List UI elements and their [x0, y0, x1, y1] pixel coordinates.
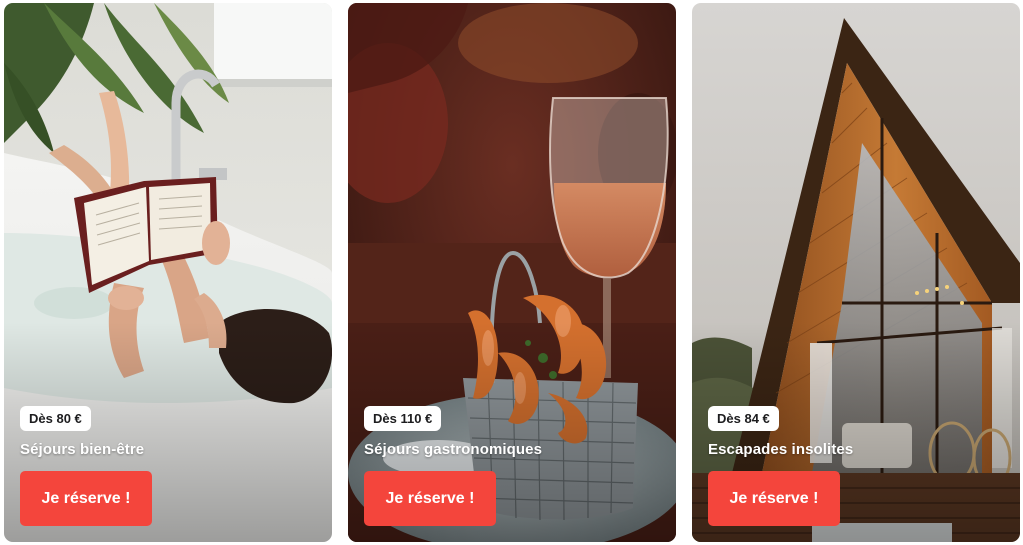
- card-title[interactable]: Séjours gastronomiques: [364, 441, 542, 458]
- book-button[interactable]: Je réserve !: [364, 471, 496, 526]
- offer-cards: Dès 80 € Séjours bien-être Je réserve !: [0, 0, 1023, 545]
- offer-card-wellness[interactable]: Dès 80 € Séjours bien-être Je réserve !: [4, 3, 332, 542]
- book-button[interactable]: Je réserve !: [20, 471, 152, 526]
- offer-card-gastronomy[interactable]: Dès 110 € Séjours gastronomiques Je rése…: [348, 3, 676, 542]
- card-title[interactable]: Escapades insolites: [708, 441, 853, 458]
- price-badge: Dès 80 €: [20, 406, 91, 431]
- price-badge: Dès 110 €: [364, 406, 442, 431]
- price-badge: Dès 84 €: [708, 406, 779, 431]
- card-title[interactable]: Séjours bien-être: [20, 441, 144, 458]
- offer-card-unusual[interactable]: Dès 84 € Escapades insolites Je réserve …: [692, 3, 1020, 542]
- book-button[interactable]: Je réserve !: [708, 471, 840, 526]
